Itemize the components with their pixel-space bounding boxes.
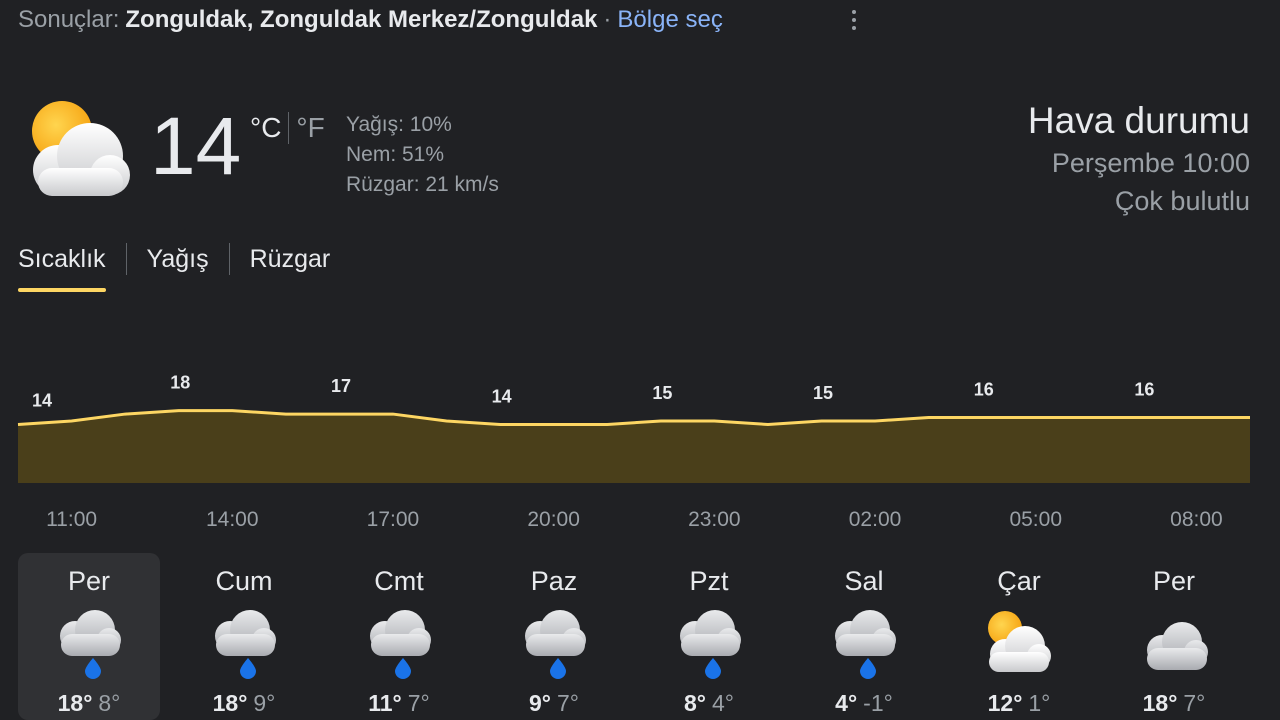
celsius-button[interactable]: °C bbox=[250, 112, 281, 144]
day-low-temp: 7° bbox=[557, 690, 579, 716]
day-forecast-item[interactable]: Paz 9° 7° bbox=[483, 553, 625, 720]
day-high-temp: 18° bbox=[1142, 690, 1178, 716]
chart-time-label: 08:00 bbox=[1170, 508, 1223, 531]
separator-dot: · bbox=[603, 6, 612, 33]
results-header: Sonuçlar: Zonguldak, Zonguldak Merkez/Zo… bbox=[18, 4, 723, 36]
chart-value-label: 15 bbox=[813, 383, 833, 403]
rain-cloud-icon bbox=[60, 610, 121, 679]
day-low-temp: 8° bbox=[98, 690, 121, 716]
chart-time-label: 17:00 bbox=[367, 508, 420, 531]
day-name: Pzt bbox=[689, 566, 729, 596]
day-high-temp: 18° bbox=[57, 690, 93, 716]
results-label: Sonuçlar: bbox=[18, 6, 120, 33]
unit-toggle: °C °F bbox=[250, 112, 325, 144]
partly-cloudy-icon bbox=[32, 101, 130, 196]
day-high-temp: 12° bbox=[987, 690, 1023, 716]
wind-text: Rüzgar: 21 km/s bbox=[346, 173, 499, 196]
more-vert-icon[interactable] bbox=[844, 6, 864, 34]
day-temps: 11° 7° bbox=[368, 690, 430, 717]
day-low-temp: 9° bbox=[253, 690, 276, 716]
rain-cloud-icon bbox=[370, 610, 431, 679]
unit-divider bbox=[288, 112, 290, 144]
current-temperature: 14 bbox=[150, 101, 242, 192]
chart-value-label: 15 bbox=[652, 383, 672, 403]
day-high-temp: 4° bbox=[835, 690, 858, 716]
day-forecast-item[interactable]: Pzt 8° 4° bbox=[638, 553, 780, 720]
day-name: Cmt bbox=[374, 566, 424, 596]
rain-cloud-icon bbox=[835, 610, 896, 679]
cloud-icon bbox=[1147, 622, 1208, 670]
day-name: Per bbox=[1152, 566, 1196, 596]
day-name: Sal bbox=[844, 566, 884, 596]
day-low-temp: -1° bbox=[863, 690, 893, 716]
precipitation-text: Yağış: 10% bbox=[346, 113, 452, 136]
humidity-text: Nem: 51% bbox=[346, 143, 445, 166]
daily-forecast: Per 18° 8° Cum 18° 9° Cmt 11° 7° Paz 9° 7° Pzt 8° 4° Sa… bbox=[18, 553, 1258, 720]
current-datetime: Perşembe 10:00 bbox=[1051, 148, 1250, 178]
chart-value-label: 16 bbox=[1134, 380, 1154, 400]
tab-divider bbox=[228, 243, 230, 275]
day-temps: 18° 8° bbox=[58, 690, 121, 717]
weather-title: Hava durumu bbox=[1027, 100, 1250, 141]
day-high-temp: 8° bbox=[684, 690, 706, 716]
tab-precipitation[interactable]: Yağış bbox=[147, 236, 209, 292]
partly-cloudy-icon bbox=[988, 611, 1051, 672]
day-forecast-item[interactable]: Per 18° 8° bbox=[18, 553, 160, 720]
day-temps: 8° 4° bbox=[684, 690, 734, 717]
select-region-link[interactable]: Bölge seç bbox=[617, 6, 722, 34]
day-low-temp: 7° bbox=[407, 690, 430, 716]
day-temps: 4° -1° bbox=[835, 690, 893, 717]
day-low-temp: 1° bbox=[1028, 690, 1051, 716]
temperature-chart: 14 11:00 14:00 17:00 20:00 23:00 02:00 05:00 08:… bbox=[17, 373, 1250, 531]
day-name: Per bbox=[67, 566, 111, 596]
rain-cloud-icon bbox=[215, 610, 276, 679]
day-high-temp: 11° bbox=[368, 690, 402, 716]
day-temps: 9° 7° bbox=[529, 690, 579, 717]
chart-time-label: 20:00 bbox=[527, 508, 580, 531]
day-forecast-item[interactable]: Per 18° 7° bbox=[1103, 553, 1245, 720]
tab-divider bbox=[125, 243, 127, 275]
chart-value-label: 14 bbox=[492, 386, 512, 406]
day-low-temp: 4° bbox=[712, 690, 734, 716]
day-name: Paz bbox=[530, 566, 578, 596]
tab-temperature[interactable]: Sıcaklık bbox=[18, 236, 106, 292]
chart-tabs: Sıcaklık Yağış Rüzgar bbox=[18, 236, 330, 294]
location-name: Zonguldak, Zonguldak Merkez/Zonguldak bbox=[125, 6, 598, 33]
day-name: Çar bbox=[997, 566, 1041, 596]
day-forecast-item[interactable]: Cum 18° 9° bbox=[173, 553, 315, 720]
chart-value-label: 16 bbox=[974, 380, 994, 400]
chart-value-label: 18 bbox=[170, 373, 190, 393]
day-high-temp: 9° bbox=[529, 690, 551, 716]
fahrenheit-button[interactable]: °F bbox=[296, 112, 324, 144]
chart-time-label: 05:00 bbox=[1009, 508, 1062, 531]
weather-details: Yağış: 10% Nem: 51% Rüzgar: 21 km/s bbox=[346, 110, 499, 200]
day-temps: 12° 1° bbox=[988, 690, 1051, 717]
day-high-temp: 18° bbox=[212, 690, 248, 716]
day-temps: 18° 7° bbox=[1143, 690, 1206, 717]
day-forecast-item[interactable]: Cmt 11° 7° bbox=[328, 553, 470, 720]
current-condition: Çok bulutlu bbox=[1114, 186, 1250, 216]
day-low-temp: 7° bbox=[1183, 690, 1206, 716]
chart-time-label: 11:00 bbox=[46, 508, 97, 531]
rain-cloud-icon bbox=[525, 610, 586, 679]
day-temps: 18° 9° bbox=[213, 690, 276, 717]
day-forecast-item[interactable]: Çar 12° 1° bbox=[948, 553, 1090, 720]
weather-summary: Hava durumu Perşembe 10:00 Çok bulutlu bbox=[1028, 98, 1250, 220]
chart-time-label: 02:00 bbox=[849, 508, 902, 531]
day-forecast-item[interactable]: Sal 4° -1° bbox=[793, 553, 935, 720]
tab-wind[interactable]: Rüzgar bbox=[250, 236, 331, 292]
chart-time-label: 14:00 bbox=[206, 508, 259, 531]
chart-time-label: 23:00 bbox=[688, 508, 741, 531]
chart-value-label: 17 bbox=[331, 376, 351, 396]
chart-value-label: 14 bbox=[32, 390, 52, 410]
rain-cloud-icon bbox=[680, 610, 741, 679]
day-name: Cum bbox=[215, 566, 273, 596]
